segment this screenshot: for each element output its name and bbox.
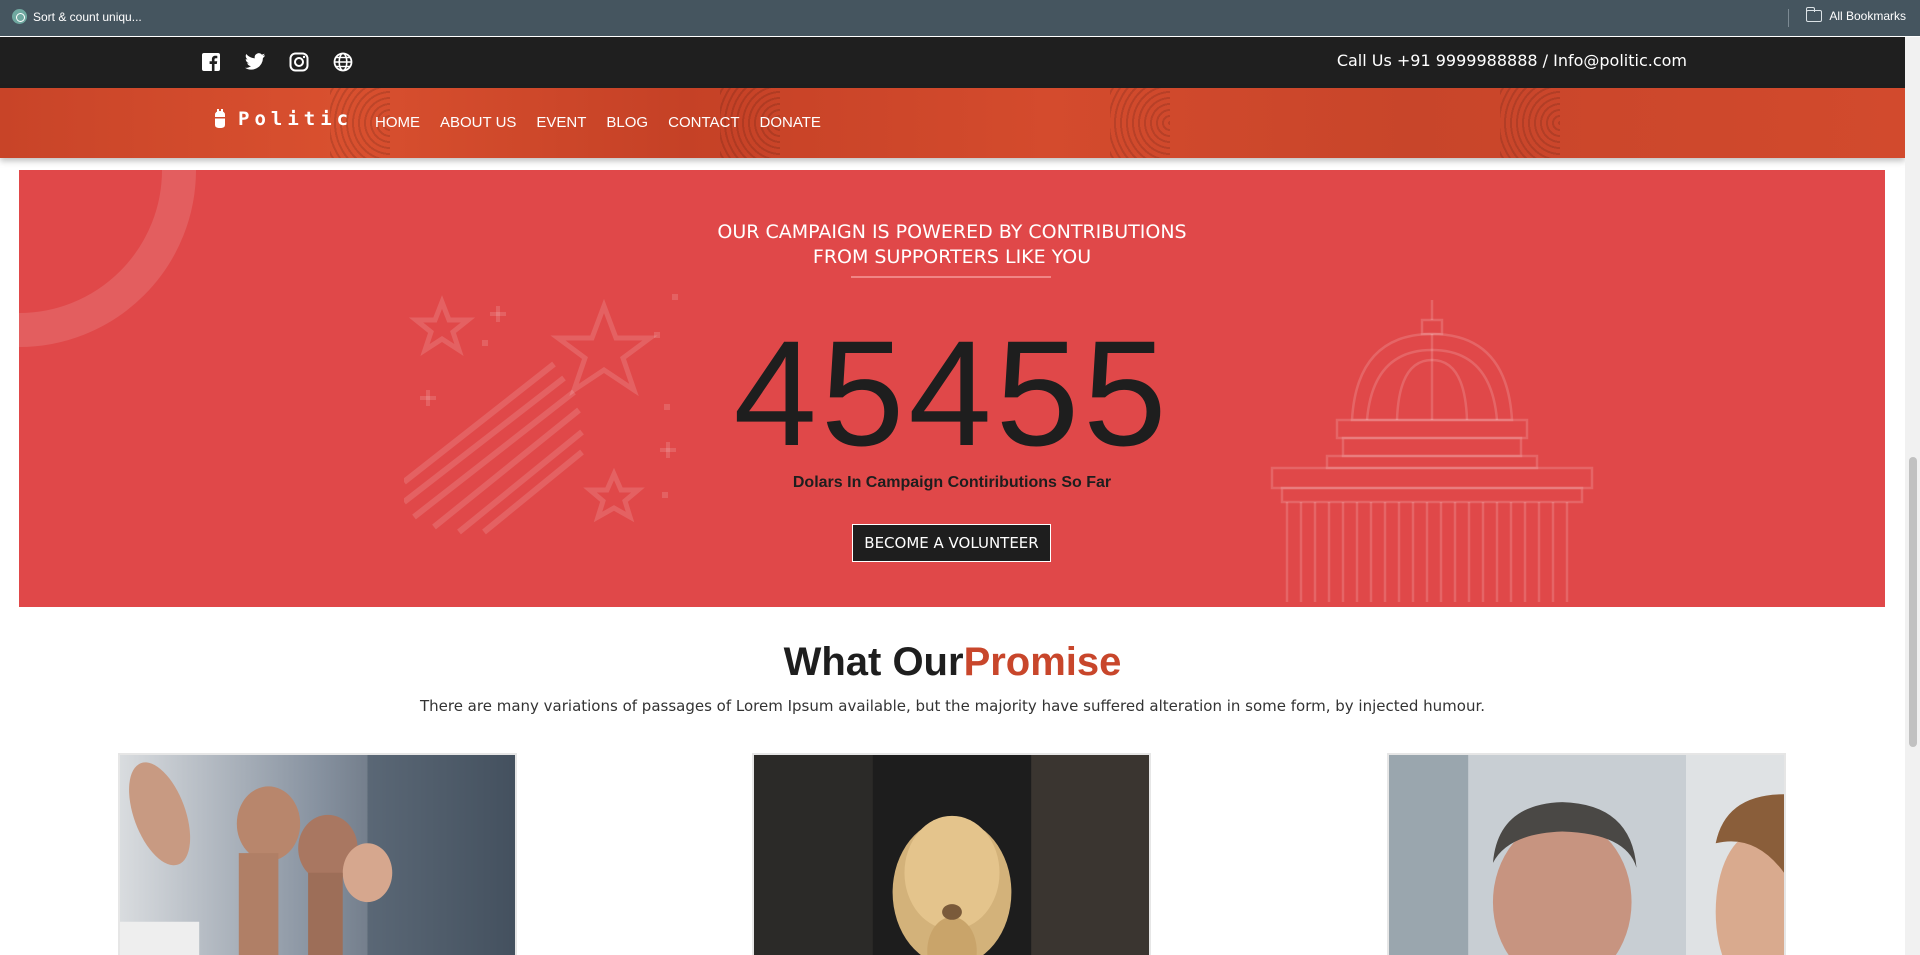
nav-menu: HOME ABOUT US EVENT BLOG CONTACT DONATE — [375, 114, 821, 131]
promise-card[interactable] — [752, 753, 1151, 955]
counter-label: Dolars In Campaign Contiributions So Far — [792, 474, 1112, 491]
politician-photo — [1389, 755, 1784, 955]
page-scrollbar[interactable] — [1905, 37, 1920, 955]
texture — [1110, 88, 1170, 158]
chatgpt-icon — [12, 9, 27, 24]
promise-card[interactable] — [1387, 753, 1786, 955]
contribution-counter: 45455 — [733, 309, 1171, 477]
campaign-banner: OUR CAMPAIGN IS POWERED BY CONTRIBUTIONS… — [19, 170, 1885, 607]
top-bar: Call Us +91 9999988888 / Info@politic.co… — [0, 37, 1905, 88]
bookmark-divider — [1788, 9, 1789, 27]
nav-about-us[interactable]: ABOUT US — [440, 114, 516, 131]
social-links — [200, 51, 354, 73]
instagram-icon[interactable] — [288, 51, 310, 73]
bookmark-label: Sort & count uniqu... — [33, 9, 142, 24]
contact-info[interactable]: Call Us +91 9999988888 / Info@politic.co… — [1337, 51, 1687, 70]
campaign-title-line2: FROM SUPPORTERS LIKE YOU — [812, 246, 1092, 268]
nav-blog[interactable]: BLOG — [606, 114, 648, 131]
bookmark-bar: Sort & count uniqu... All Bookmarks — [0, 0, 1920, 36]
nav-home[interactable]: HOME — [375, 114, 420, 131]
campaign-title: OUR CAMPAIGN IS POWERED BY CONTRIBUTIONS… — [19, 220, 1885, 270]
protest-photo — [120, 755, 515, 955]
nav-donate[interactable]: DONATE — [760, 114, 821, 131]
twitter-icon[interactable] — [244, 51, 266, 73]
nav-event[interactable]: EVENT — [536, 114, 586, 131]
campaign-title-line1: OUR CAMPAIGN IS POWERED BY CONTRIBUTIONS — [717, 221, 1187, 243]
brand-logo[interactable]: Politic — [212, 108, 353, 130]
title-underline — [851, 276, 1051, 278]
promise-heading: What OurPromise — [0, 640, 1905, 685]
bell-icon — [215, 109, 225, 128]
folder-icon — [1805, 7, 1823, 22]
all-bookmarks-label: All Bookmarks — [1829, 9, 1906, 23]
speaker-photo — [754, 755, 1149, 955]
main-navbar: Politic HOME ABOUT US EVENT BLOG CONTACT… — [0, 88, 1905, 158]
globe-icon[interactable] — [332, 51, 354, 73]
promise-description: There are many variations of passages of… — [419, 697, 1486, 715]
page: Call Us +91 9999988888 / Info@politic.co… — [0, 37, 1905, 955]
promise-heading-part1: What Our — [783, 640, 964, 684]
nav-contact[interactable]: CONTACT — [668, 114, 739, 131]
brand-name: Politic — [238, 108, 354, 130]
texture — [1500, 88, 1560, 158]
promise-card[interactable] — [118, 753, 517, 955]
bookmark-item[interactable]: Sort & count uniqu... — [12, 9, 142, 24]
become-volunteer-button[interactable]: BECOME A VOLUNTEER — [852, 524, 1051, 562]
facebook-icon[interactable] — [200, 51, 222, 73]
promise-heading-part2: Promise — [963, 640, 1122, 684]
scrollbar-thumb[interactable] — [1909, 457, 1917, 747]
all-bookmarks-button[interactable]: All Bookmarks — [1805, 7, 1906, 23]
